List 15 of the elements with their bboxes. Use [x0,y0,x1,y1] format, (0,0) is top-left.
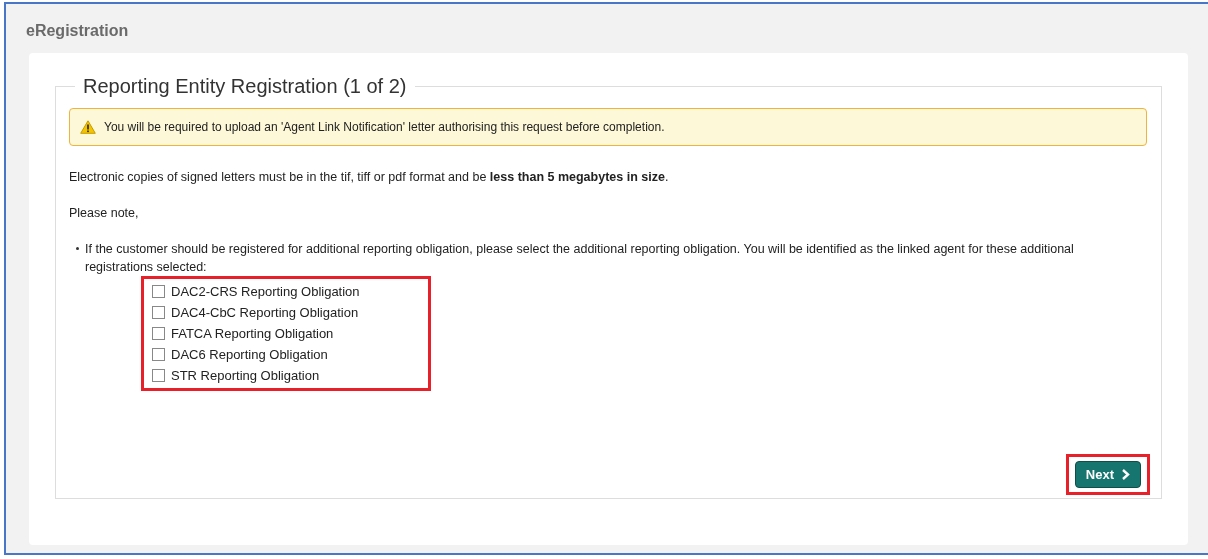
warning-icon [80,120,96,134]
next-button[interactable]: Next [1074,461,1141,488]
intro-text: Electronic copies of signed letters must be in the tif, tiff or pdf format and be less than 5 megabytes in size. [69,170,670,184]
bullet-icon [76,247,79,250]
obligation-checkbox[interactable]: DAC4-CbC Reporting Obligation [152,302,420,323]
obligation-checkbox[interactable]: DAC6 Reporting Obligation [152,344,420,365]
bullet-text: If the customer should be registered for additional reporting obligation, please select the additional reporting obligation. You will be identified as the linked agent for these additional registrations selected: [85,241,1075,276]
form-legend: Reporting Entity Registration (1 of 2) [75,75,415,98]
note-text: Please note, [69,206,140,220]
obligation-checkbox[interactable]: STR Reporting Obligation [152,365,420,386]
obligation-checkbox[interactable]: FATCA Reporting Obligation [152,323,420,344]
obligation-checkbox[interactable]: DAC2-CRS Reporting Obligation [152,281,420,302]
warning-text: You will be required to upload an 'Agent Link Notification' letter authorising this request before completion. [104,120,665,134]
chevron-right-icon [1121,469,1130,480]
page-title: eRegistration [26,22,130,40]
